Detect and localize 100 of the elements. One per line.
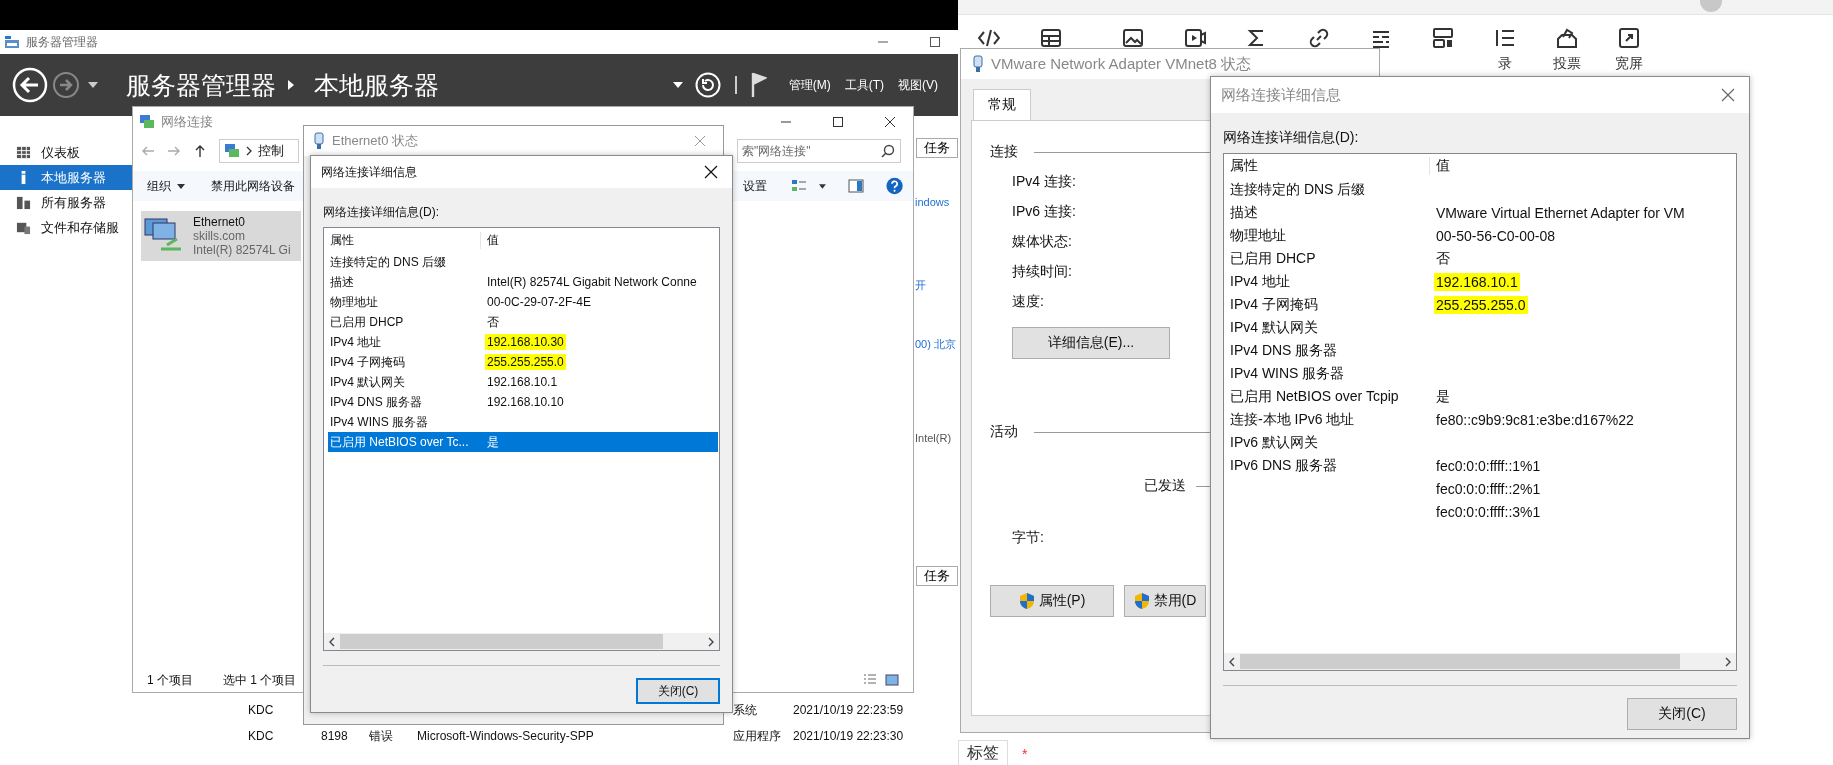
property-value: fec0:0:0:ffff::1%1 bbox=[1435, 456, 1542, 475]
property-name: IPv6 默认网关 bbox=[1230, 433, 1318, 450]
table-cell-text: KDC bbox=[248, 703, 275, 717]
tasks-button[interactable]: 任务 bbox=[916, 566, 958, 586]
outline-icon[interactable] bbox=[1494, 27, 1516, 49]
table-cell-text: Microsoft-Windows-Security-SPP bbox=[417, 729, 595, 743]
scroll-right-icon[interactable] bbox=[707, 636, 715, 647]
up-arrow-icon[interactable] bbox=[193, 144, 207, 158]
status-text: 1 个项目 bbox=[147, 671, 193, 689]
action-button[interactable]: 属性(P) bbox=[990, 585, 1114, 617]
table-icon[interactable] bbox=[1040, 27, 1062, 49]
forward-icon[interactable] bbox=[52, 71, 80, 99]
ballot-box-icon[interactable] bbox=[1556, 27, 1578, 49]
preview-pane-icon[interactable] bbox=[847, 178, 864, 194]
link-text[interactable]: 00) 北京 bbox=[915, 337, 956, 352]
property-name: 已启用 DHCP bbox=[330, 314, 404, 329]
property-name: 物理地址 bbox=[1230, 226, 1286, 243]
toolbar-button[interactable]: 组织 bbox=[147, 177, 185, 195]
search-field[interactable]: 索"网络连接" bbox=[737, 139, 901, 163]
table-cell-text: 2021/10/19 22:23:59 bbox=[793, 703, 905, 717]
code-icon[interactable] bbox=[978, 27, 1000, 49]
network-icon bbox=[224, 143, 240, 159]
column-header[interactable]: 属性 bbox=[1224, 157, 1430, 175]
field-label: 媒体状态: bbox=[1012, 233, 1072, 251]
close-button[interactable]: 关闭(C) bbox=[1627, 698, 1737, 730]
maximize-icon[interactable] bbox=[832, 116, 844, 128]
menu-item[interactable]: 管理(M) bbox=[788, 76, 831, 94]
toolbar-label[interactable]: 录 bbox=[1498, 55, 1512, 73]
property-value: 是 bbox=[486, 433, 500, 451]
caret-icon[interactable] bbox=[819, 183, 826, 189]
sidebar-item[interactable]: 所有服务器 bbox=[0, 190, 132, 215]
menu-item[interactable]: 工具(T) bbox=[844, 76, 884, 94]
servers-icon bbox=[16, 195, 31, 210]
list-label: 网络连接详细信息(D): bbox=[323, 204, 440, 221]
column-header[interactable]: 属性 bbox=[324, 231, 481, 249]
thumbnail-view-icon[interactable] bbox=[885, 673, 899, 687]
details-button[interactable]: 详细信息(E)... bbox=[1012, 327, 1170, 359]
link-icon[interactable] bbox=[1308, 27, 1330, 49]
property-name: IPv4 子网掩码 bbox=[330, 354, 406, 369]
property-value: fe80::c9b9:9c81:e3be:d167%22 bbox=[1435, 410, 1635, 429]
image-icon[interactable] bbox=[1122, 27, 1144, 49]
sidebar-item[interactable]: 仪表板 bbox=[0, 140, 132, 165]
video-icon[interactable] bbox=[1184, 27, 1206, 49]
selected-row[interactable]: 已启用 NetBIOS over Tc... 是 bbox=[328, 432, 718, 452]
property-name: IPv4 默认网关 bbox=[1230, 318, 1318, 335]
action-button[interactable]: 禁用(D bbox=[1124, 585, 1206, 617]
maximize-icon[interactable] bbox=[929, 36, 941, 48]
chevron-icon bbox=[288, 80, 294, 90]
property-value: 是 bbox=[1435, 386, 1451, 406]
layout-icon[interactable] bbox=[1432, 27, 1454, 49]
table-cell-text: 应用程序 bbox=[733, 727, 782, 745]
tags-label: 标签 bbox=[958, 740, 1008, 765]
breadcrumb-item[interactable]: 服务器管理器 bbox=[126, 68, 276, 102]
adapter-item[interactable]: Ethernet0 skills.com Intel(R) 82574L Gi bbox=[141, 211, 301, 261]
caret-icon[interactable] bbox=[672, 82, 683, 88]
help-icon[interactable] bbox=[885, 176, 903, 196]
toolbar-label[interactable]: 宽屏 bbox=[1615, 55, 1643, 73]
scroll-right-icon[interactable] bbox=[1724, 656, 1732, 667]
network-icon bbox=[139, 114, 155, 130]
search-icon[interactable] bbox=[881, 144, 895, 158]
expand-icon[interactable] bbox=[1618, 27, 1640, 49]
property-name: 描述 bbox=[1230, 203, 1258, 220]
property-value: 否 bbox=[486, 313, 500, 331]
flag-icon[interactable] bbox=[750, 72, 767, 98]
column-header[interactable]: 值 bbox=[481, 231, 719, 249]
link-text[interactable]: 开 bbox=[915, 278, 926, 293]
menu-item[interactable]: 视图(V) bbox=[898, 76, 938, 94]
tasks-button[interactable]: 任务 bbox=[916, 138, 958, 158]
horizontal-scrollbar[interactable] bbox=[324, 633, 719, 650]
property-name: 已启用 DHCP bbox=[1230, 249, 1316, 266]
scroll-left-icon[interactable] bbox=[1228, 656, 1236, 667]
field-label: 速度: bbox=[1012, 293, 1044, 311]
breadcrumb-item[interactable]: 本地服务器 bbox=[314, 68, 439, 102]
status-text: 选中 1 个项目 bbox=[223, 671, 297, 689]
column-header[interactable]: 值 bbox=[1430, 157, 1736, 175]
view-options-icon[interactable] bbox=[791, 178, 807, 194]
toolbar-button[interactable]: 禁用此网络设备 bbox=[211, 177, 295, 195]
dialog-title: 网络连接详细信息 bbox=[321, 163, 417, 181]
list-label: 网络连接详细信息(D): bbox=[1223, 129, 1360, 147]
link-text[interactable]: indows bbox=[915, 196, 950, 208]
toolbar-label[interactable]: 投票 bbox=[1553, 55, 1581, 73]
refresh-icon[interactable] bbox=[694, 72, 721, 98]
sidebar-item[interactable]: 本地服务器 bbox=[0, 165, 132, 190]
tab[interactable]: 常规 bbox=[973, 89, 1031, 120]
window-title: 服务器管理器 bbox=[26, 33, 98, 51]
sidebar-item[interactable]: 文件和存储服 bbox=[0, 215, 132, 240]
horizontal-scrollbar[interactable] bbox=[1224, 653, 1736, 670]
toolbar-button[interactable]: 设置 bbox=[743, 177, 767, 195]
table-cell-text: KDC bbox=[248, 729, 275, 743]
close-button[interactable]: 关闭(C) bbox=[636, 678, 720, 704]
scroll-left-icon[interactable] bbox=[328, 636, 336, 647]
caret-icon[interactable] bbox=[88, 82, 98, 88]
close-icon[interactable] bbox=[704, 165, 718, 179]
property-name: 物理地址 bbox=[330, 294, 378, 309]
property-name: IPv4 DNS 服务器 bbox=[330, 394, 422, 409]
back-icon[interactable] bbox=[12, 67, 48, 103]
address-bar[interactable]: 控制 bbox=[219, 139, 299, 163]
close-icon[interactable] bbox=[884, 116, 896, 128]
property-name: IPv4 地址 bbox=[330, 334, 382, 349]
property-name: 连接特定的 DNS 后缀 bbox=[330, 254, 446, 269]
